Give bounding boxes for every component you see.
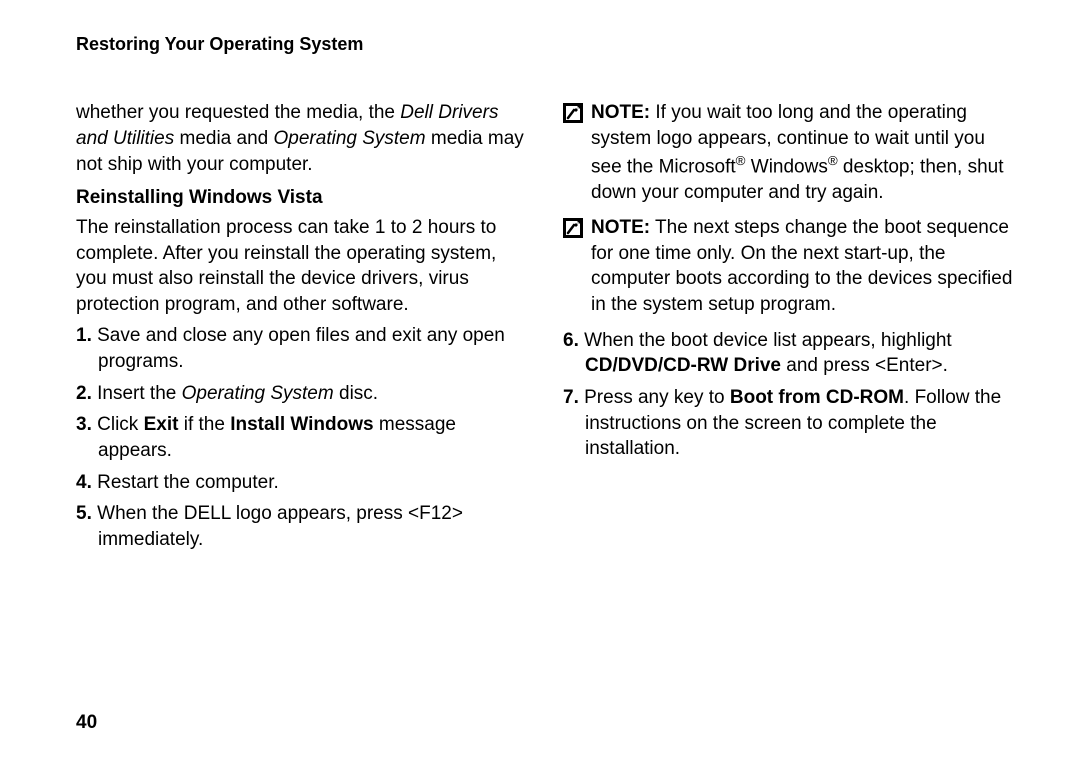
step-text: and press <Enter>. [781,355,948,376]
note-text: NOTE: The next steps change the boot seq… [591,215,1016,318]
step-2: 2. Insert the Operating System disc. [76,381,529,407]
text: whether you requested the media, the [76,102,400,123]
step-text: Click [92,414,144,435]
ui-label: Install Windows [230,414,373,435]
ui-label: Boot from CD-ROM [730,387,904,408]
step-list: 1. Save and close any open files and exi… [76,323,529,552]
step-4: 4. Restart the computer. [76,470,529,496]
note-block: NOTE: The next steps change the boot seq… [563,215,1016,318]
two-column-layout: whether you requested the media, the Del… [76,100,1016,558]
ui-label: Exit [144,414,179,435]
step-number: 4. [76,472,92,493]
step-number: 7. [563,387,579,408]
step-3: 3. Click Exit if the Install Windows mes… [76,412,529,463]
step-text: Press any key to [579,387,730,408]
step-text: Save and close any open files and exit a… [92,325,505,372]
step-number: 5. [76,503,92,524]
step-number: 1. [76,325,92,346]
section-heading: Reinstalling Windows Vista [76,185,529,211]
step-text: disc. [334,383,378,404]
step-text: if the [178,414,230,435]
carryover-paragraph: whether you requested the media, the Del… [76,100,529,177]
note-text: NOTE: If you wait too long and the opera… [591,100,1016,205]
step-6: 6. When the boot device list appears, hi… [563,328,1016,379]
page-number: 40 [76,710,97,736]
product-name: Operating System [274,128,426,149]
note-label: NOTE: [591,102,650,123]
text: Windows [745,156,827,177]
left-column: whether you requested the media, the Del… [76,100,529,558]
step-7: 7. Press any key to Boot from CD-ROM. Fo… [563,385,1016,462]
step-list-continued: 6. When the boot device list appears, hi… [563,328,1016,462]
step-text: Restart the computer. [92,472,279,493]
text: media and [174,128,273,149]
text: The next steps change the boot sequence … [591,217,1012,315]
disc-name: Operating System [182,383,334,404]
note-label: NOTE: [591,217,650,238]
registered-mark: ® [828,153,838,168]
step-text: When the DELL logo appears, press <F12> … [92,503,463,550]
intro-paragraph: The reinstallation process can take 1 to… [76,215,529,318]
step-1: 1. Save and close any open files and exi… [76,323,529,374]
step-number: 6. [563,330,579,351]
manual-page: Restoring Your Operating System whether … [0,0,1080,766]
registered-mark: ® [736,153,746,168]
step-5: 5. When the DELL logo appears, press <F1… [76,501,529,552]
note-block: NOTE: If you wait too long and the opera… [563,100,1016,205]
step-text: Insert the [92,383,182,404]
note-icon [563,103,583,123]
ui-label: CD/DVD/CD-RW Drive [585,355,781,376]
note-icon [563,218,583,238]
running-header: Restoring Your Operating System [76,32,1016,56]
step-text: When the boot device list appears, highl… [579,330,952,351]
step-number: 3. [76,414,92,435]
step-number: 2. [76,383,92,404]
right-column: NOTE: If you wait too long and the opera… [563,100,1016,558]
